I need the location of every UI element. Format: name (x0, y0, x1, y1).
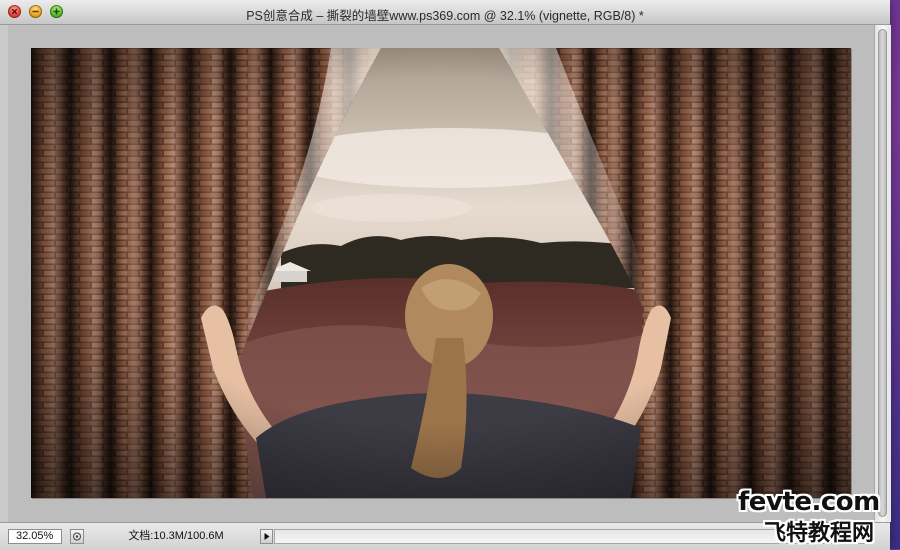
status-info-menu-button[interactable] (260, 529, 273, 544)
zoom-level-field[interactable]: 32.05% (8, 529, 62, 544)
watermark-line2: 飞特教程网 (764, 521, 875, 546)
photo-composite (31, 48, 851, 498)
document-window: PS创意合成 – 撕裂的墙壁www.ps369.com @ 32.1% (vig… (0, 0, 891, 550)
document-size-info: 文档:10.3M/100.6M (128, 530, 224, 542)
window-title: PS创意合成 – 撕裂的墙壁www.ps369.com @ 32.1% (vig… (246, 9, 644, 23)
document-canvas[interactable] (31, 48, 851, 498)
document-status-icon (73, 532, 81, 541)
triangle-right-icon (264, 533, 270, 540)
vertical-scroll-thumb[interactable] (878, 29, 887, 517)
watermark-logo: fevte.com 飞特教程网 (734, 487, 894, 546)
status-menu-button[interactable] (70, 529, 84, 544)
vertical-scrollbar[interactable] (874, 25, 891, 522)
watermark-line1: fevte.com (738, 487, 880, 517)
title-bar[interactable]: PS创意合成 – 撕裂的墙壁www.ps369.com @ 32.1% (vig… (0, 0, 890, 25)
